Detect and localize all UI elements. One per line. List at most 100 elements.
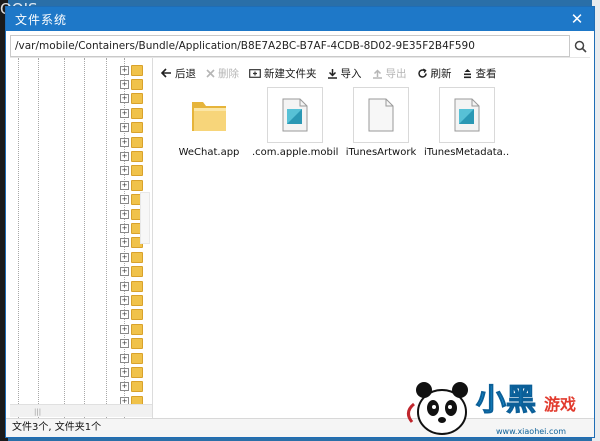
tree-guide-line: [84, 58, 85, 418]
import-button[interactable]: 导入: [322, 63, 367, 83]
folder-icon: [131, 64, 143, 76]
close-icon: ✕: [570, 10, 584, 28]
tree-node[interactable]: +: [120, 178, 143, 192]
tree-node[interactable]: +: [120, 322, 143, 336]
folder-icon: [131, 136, 143, 148]
search-icon: [574, 40, 587, 53]
file-name: .com.apple.mobil...: [252, 147, 338, 158]
tree-node[interactable]: +: [120, 250, 143, 264]
expand-icon[interactable]: +: [120, 382, 129, 392]
folder-icon: [131, 150, 143, 162]
watermark-logo: 小黑 游戏 www.xiaohei.com: [407, 382, 576, 436]
tree-node[interactable]: +: [120, 63, 143, 77]
tree-node[interactable]: +: [120, 293, 143, 307]
folder-icon: [131, 107, 143, 119]
expand-icon[interactable]: +: [120, 252, 129, 262]
expand-icon[interactable]: +: [120, 238, 129, 248]
tree-node[interactable]: +: [120, 121, 143, 135]
folder-icon: [131, 78, 143, 90]
file-name: WeChat.app: [178, 147, 240, 158]
expand-icon[interactable]: +: [120, 180, 129, 190]
refresh-label: 刷新: [430, 67, 452, 80]
close-button[interactable]: ✕: [566, 9, 588, 29]
file-item[interactable]: iTunesArtwork: [338, 87, 424, 158]
file-item[interactable]: WeChat.app: [166, 87, 252, 158]
document-icon: [282, 98, 308, 132]
folder-icon: [131, 323, 143, 335]
tree-node[interactable]: +: [120, 365, 143, 379]
folder-icon: [131, 179, 143, 191]
tree-node[interactable]: +: [120, 380, 143, 394]
expand-icon[interactable]: +: [120, 65, 129, 75]
path-input[interactable]: /var/mobile/Containers/Bundle/Applicatio…: [10, 35, 570, 57]
expand-icon[interactable]: +: [120, 339, 129, 349]
tree-node[interactable]: +: [120, 77, 143, 91]
tree-node[interactable]: +: [120, 149, 143, 163]
tree-node[interactable]: +: [120, 351, 143, 365]
new-folder-icon: [249, 69, 261, 78]
document-icon: [454, 98, 480, 132]
expand-icon[interactable]: +: [120, 151, 129, 161]
folder-icon: [131, 93, 143, 105]
export-label: 导出: [385, 67, 407, 80]
expand-icon[interactable]: +: [120, 281, 129, 291]
delete-button[interactable]: 删除: [201, 63, 244, 83]
refresh-icon: [417, 67, 427, 78]
toolbar: 后退 删除 新建文件夹 导入 导出 刷新 查看: [156, 62, 502, 84]
tree-node[interactable]: +: [120, 92, 143, 106]
expand-icon[interactable]: +: [120, 324, 129, 334]
expand-icon[interactable]: +: [120, 123, 129, 133]
search-button[interactable]: [570, 36, 590, 56]
panel-splitter[interactable]: [140, 192, 150, 244]
new-folder-button[interactable]: 新建文件夹: [244, 63, 322, 83]
expand-icon[interactable]: +: [120, 166, 129, 176]
tree-node[interactable]: +: [120, 279, 143, 293]
delete-label: 删除: [218, 67, 239, 80]
tree-guide-line: [64, 58, 65, 418]
tree-horizontal-scrollbar[interactable]: |||: [10, 404, 152, 417]
folder-icon: [192, 102, 226, 131]
export-button[interactable]: 导出: [367, 63, 412, 83]
expand-icon[interactable]: +: [120, 108, 129, 118]
expand-icon[interactable]: +: [120, 79, 129, 89]
expand-icon[interactable]: +: [120, 209, 129, 219]
folder-icon: [131, 338, 143, 350]
svg-text:游戏: 游戏: [544, 395, 576, 414]
tree-node[interactable]: +: [120, 308, 143, 322]
tree-node[interactable]: +: [120, 337, 143, 351]
tree-node[interactable]: +: [120, 164, 143, 178]
expand-icon[interactable]: +: [120, 295, 129, 305]
tree-node[interactable]: +: [120, 106, 143, 120]
tree-guide-line: [18, 58, 19, 418]
expand-icon[interactable]: +: [120, 353, 129, 363]
folder-icon: [131, 122, 143, 134]
folder-icon: [131, 294, 143, 306]
folder-icon: [131, 309, 143, 321]
expand-icon[interactable]: +: [120, 94, 129, 104]
folder-icon: [131, 280, 143, 292]
back-button[interactable]: 后退: [156, 63, 201, 83]
folder-icon: [131, 366, 143, 378]
file-item[interactable]: .com.apple.mobil...: [252, 87, 338, 158]
file-item[interactable]: iTunesMetadata....: [424, 87, 510, 158]
expand-icon[interactable]: +: [120, 267, 129, 277]
scroll-grip-icon: |||: [34, 408, 42, 416]
view-button[interactable]: 查看: [457, 63, 502, 83]
tree-node[interactable]: +: [120, 265, 143, 279]
titlebar: 文件系统 ✕: [6, 7, 594, 31]
tree-guide-line: [106, 58, 107, 418]
expand-icon[interactable]: +: [120, 367, 129, 377]
expand-icon[interactable]: +: [120, 223, 129, 233]
new-folder-label: 新建文件夹: [264, 67, 317, 80]
tree-node[interactable]: +: [120, 135, 143, 149]
blank-file-icon: [368, 98, 394, 132]
file-name: iTunesArtwork: [345, 147, 417, 158]
refresh-button[interactable]: 刷新: [412, 63, 457, 83]
expand-icon[interactable]: +: [120, 195, 129, 205]
svg-text:www.xiaohei.com: www.xiaohei.com: [496, 427, 566, 436]
window-title: 文件系统: [15, 12, 68, 27]
directory-tree[interactable]: + + + + + + + + + + + + + + + + + + + + + + + +: [10, 58, 153, 418]
view-label: 查看: [475, 67, 497, 80]
expand-icon[interactable]: +: [120, 137, 129, 147]
expand-icon[interactable]: +: [120, 310, 129, 320]
